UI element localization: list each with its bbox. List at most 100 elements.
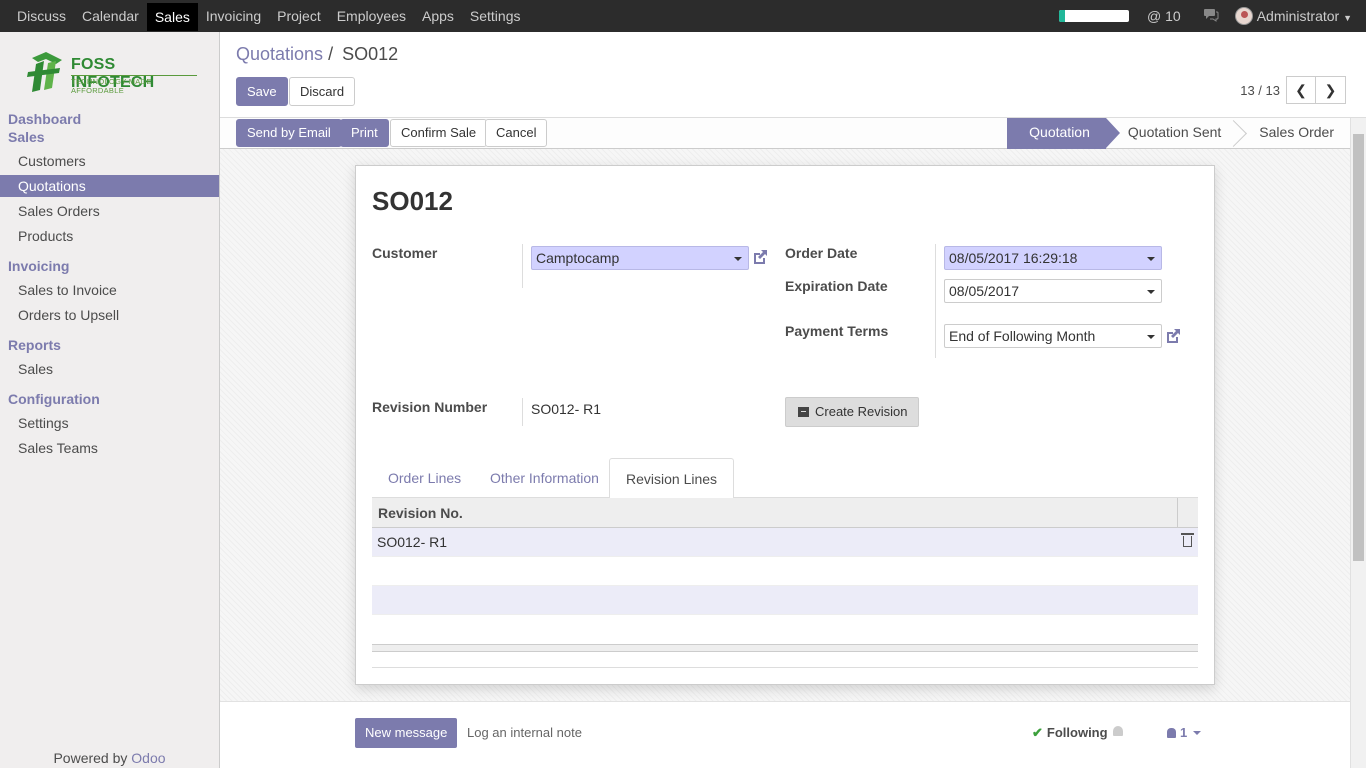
user-name: Administrator — [1256, 8, 1340, 24]
revision-number-value: SO012- R1 — [531, 401, 602, 417]
sidebar-head-dashboard[interactable]: Dashboard — [8, 111, 81, 127]
check-icon: ✔ — [1032, 725, 1043, 740]
sidebar-item-reports-sales[interactable]: Sales — [0, 358, 219, 380]
systray: @ 10 Administrator ▼ — [1059, 0, 1366, 32]
sidebar-head-configuration: Configuration — [8, 391, 100, 407]
menu-discuss[interactable]: Discuss — [9, 0, 74, 32]
archive-icon — [798, 407, 809, 417]
powered-by: Powered by Odoo — [0, 750, 219, 766]
expiration-date-label: Expiration Date — [785, 278, 888, 294]
mentions-counter[interactable]: @ 10 — [1147, 8, 1181, 24]
create-revision-button[interactable]: Create Revision — [785, 397, 919, 427]
menu-employees[interactable]: Employees — [329, 0, 414, 32]
sidebar-head-reports: Reports — [8, 337, 61, 353]
expiration-date-value: 08/05/2017 — [949, 283, 1020, 299]
menu-project[interactable]: Project — [269, 0, 329, 32]
sidebar-item-orders-to-upsell[interactable]: Orders to Upsell — [0, 304, 219, 326]
sidebar-item-settings[interactable]: Settings — [0, 412, 219, 434]
form-statusbar: Send by Email Print Confirm Sale Cancel … — [220, 118, 1350, 149]
chevron-down-icon — [734, 257, 742, 261]
sidebar-item-sales-orders[interactable]: Sales Orders — [0, 200, 219, 222]
app-menu: Discuss Calendar Sales Invoicing Project… — [0, 0, 529, 32]
send-by-email-button[interactable]: Send by Email — [236, 119, 342, 147]
sidebar-item-quotations[interactable]: Quotations — [0, 175, 219, 197]
revision-number-label: Revision Number — [372, 399, 488, 415]
chevron-down-icon — [1147, 290, 1155, 294]
discard-button[interactable]: Discard — [289, 77, 356, 106]
sidebar-item-sales-teams[interactable]: Sales Teams — [0, 437, 219, 459]
pager-value[interactable]: 13 / 13 — [1240, 83, 1280, 98]
create-revision-label: Create Revision — [815, 404, 908, 419]
stage-pipeline: Quotation Quotation Sent Sales Order — [1007, 118, 1350, 149]
user-icon — [1167, 728, 1176, 738]
pager: 13 / 13 ❮ ❯ — [1240, 76, 1346, 104]
logo-tagline: TECHNOLOGY MADE AFFORDABLE — [71, 75, 197, 95]
menu-settings[interactable]: Settings — [462, 0, 529, 32]
cancel-button[interactable]: Cancel — [485, 119, 548, 147]
foss-infotech-logo-icon — [27, 52, 62, 92]
stage-sales-order[interactable]: Sales Order — [1237, 118, 1350, 149]
chevron-down-icon — [1147, 257, 1155, 261]
new-message-button[interactable]: New message — [355, 718, 458, 748]
print-button[interactable]: Print — [340, 119, 389, 147]
sidebar-item-customers[interactable]: Customers — [0, 150, 219, 172]
customer-external-link-icon[interactable] — [751, 248, 769, 266]
scrollbar-thumb[interactable] — [1353, 134, 1364, 561]
trash-icon[interactable] — [1181, 533, 1194, 547]
followers-dropdown[interactable]: 1 — [1167, 725, 1202, 740]
stage-quotation-sent[interactable]: Quotation Sent — [1106, 118, 1237, 149]
bell-icon[interactable] — [1113, 726, 1123, 736]
following-toggle[interactable]: ✔ Following — [1032, 725, 1108, 741]
table-footer — [372, 644, 1198, 652]
sidebar-item-sales-to-invoice[interactable]: Sales to Invoice — [0, 279, 219, 301]
customer-field[interactable]: Camptocamp — [531, 246, 749, 270]
user-avatar[interactable] — [1234, 7, 1253, 25]
odoo-link[interactable]: Odoo — [131, 750, 165, 766]
menu-invoicing[interactable]: Invoicing — [198, 0, 269, 32]
field-divider — [935, 244, 936, 358]
payment-terms-value: End of Following Month — [949, 328, 1096, 344]
tab-order-lines[interactable]: Order Lines — [372, 458, 477, 498]
table-header: Revision No. — [372, 498, 1198, 528]
user-menu[interactable]: Administrator ▼ — [1257, 8, 1352, 24]
form-sheet: SO012 Customer Camptocamp Order Date 08/… — [355, 165, 1215, 685]
payment-terms-external-link-icon[interactable] — [1164, 327, 1182, 345]
pager-previous-button[interactable]: ❮ — [1286, 76, 1316, 104]
order-date-field[interactable]: 08/05/2017 16:29:18 — [944, 246, 1162, 270]
log-internal-note-link[interactable]: Log an internal note — [467, 725, 582, 740]
tab-other-information[interactable]: Other Information — [474, 458, 615, 498]
chevron-right-icon: ❯ — [1324, 81, 1337, 98]
breadcrumb-quotations[interactable]: Quotations — [236, 44, 323, 64]
header-divider — [1177, 498, 1178, 528]
chatter: New message Log an internal note ✔ Follow… — [220, 701, 1350, 768]
revision-lines-table: Revision No. SO012- R1 — [372, 498, 1198, 668]
order-date-value: 08/05/2017 16:29:18 — [949, 250, 1078, 266]
breadcrumb-current: SO012 — [342, 44, 399, 64]
save-button[interactable]: Save — [236, 77, 288, 106]
planner-progress-bar[interactable] — [1059, 10, 1130, 22]
menu-sales[interactable]: Sales — [146, 3, 198, 31]
field-divider — [522, 244, 523, 288]
breadcrumb: Quotations / SO012 — [236, 44, 398, 65]
menu-calendar[interactable]: Calendar — [74, 0, 147, 32]
payment-terms-field[interactable]: End of Following Month — [944, 324, 1162, 348]
chevron-down-icon: ▼ — [1343, 13, 1352, 23]
scrollbar[interactable] — [1350, 118, 1366, 768]
pager-next-button[interactable]: ❯ — [1316, 76, 1346, 104]
chevron-left-icon: ❮ — [1295, 81, 1307, 98]
column-revision-no[interactable]: Revision No. — [378, 498, 463, 528]
breadcrumb-separator: / — [328, 44, 334, 64]
customer-value: Camptocamp — [536, 250, 620, 266]
sidebar-item-products[interactable]: Products — [0, 225, 219, 247]
tab-revision-lines[interactable]: Revision Lines — [609, 458, 735, 499]
stage-quotation[interactable]: Quotation — [1007, 118, 1120, 149]
table-row[interactable]: SO012- R1 — [372, 528, 1198, 557]
expiration-date-field[interactable]: 08/05/2017 — [944, 279, 1162, 303]
chat-bubble-icon[interactable] — [1203, 8, 1219, 25]
company-logo[interactable]: FOSS INFOTECH TECHNOLOGY MADE AFFORDABLE — [22, 50, 198, 100]
menu-apps[interactable]: Apps — [414, 0, 462, 32]
powered-by-text: Powered by — [53, 750, 128, 766]
confirm-sale-button[interactable]: Confirm Sale — [390, 119, 488, 147]
chevron-down-icon — [1147, 335, 1155, 339]
chevron-down-icon — [1193, 731, 1202, 735]
